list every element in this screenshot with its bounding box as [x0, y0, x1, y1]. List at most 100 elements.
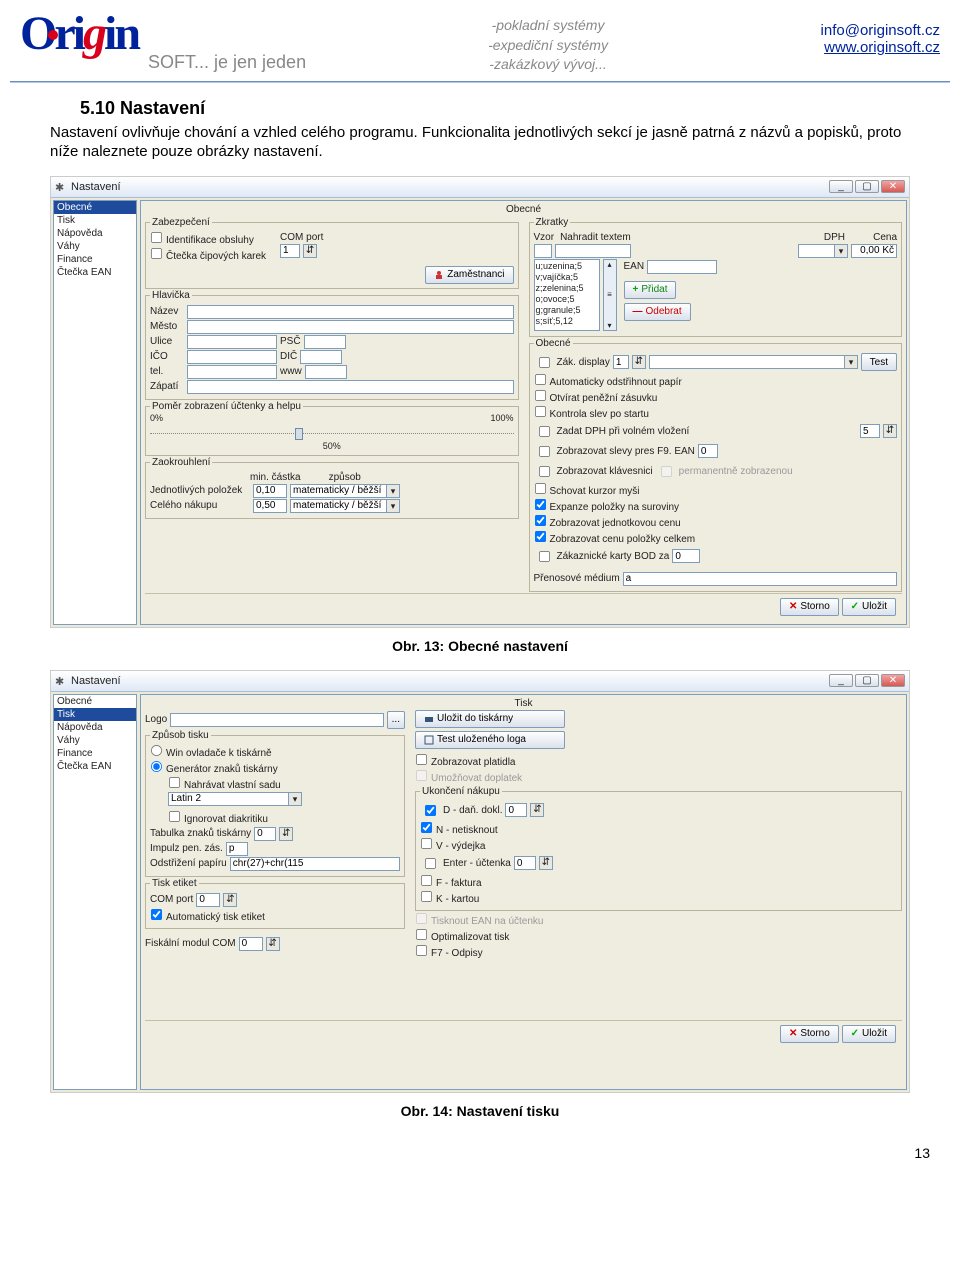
cb-zobr-platidla[interactable]: Zobrazovat platidla — [415, 753, 902, 769]
sidebar-item-napoveda[interactable]: Nápověda — [54, 721, 136, 734]
impulz-input[interactable] — [226, 842, 248, 856]
sidebar-item-tisk[interactable]: Tisk — [54, 214, 136, 227]
bod-input[interactable] — [672, 549, 700, 563]
sidebar-item-finance[interactable]: Finance — [54, 253, 136, 266]
etiket-com-input[interactable] — [196, 893, 220, 907]
dph-vlozeni-input[interactable] — [860, 424, 880, 438]
celeho-mode-select[interactable]: ▾ — [290, 499, 400, 513]
ratio-slider[interactable] — [150, 425, 514, 441]
storno-button[interactable]: ✕ Storno — [780, 598, 839, 616]
mesto-input[interactable] — [187, 320, 514, 334]
group-hlavicka: Hlavička Název Město UlicePSČ IČODIČ tel… — [145, 290, 519, 400]
max-button[interactable]: ▢ — [855, 180, 879, 193]
celeho-min-input[interactable] — [253, 499, 287, 513]
ulozit-button[interactable]: ✓ Uložit — [842, 1025, 896, 1043]
d-val-input[interactable] — [505, 803, 527, 817]
sidebar-item-ean[interactable]: Čtečka EAN — [54, 266, 136, 279]
min-button[interactable]: _ — [829, 674, 853, 687]
vzor-input[interactable] — [534, 244, 552, 258]
shortcut-list[interactable]: u;uzenina;5 v;vajíčka;5 z;zelenina;5 o;o… — [534, 259, 600, 331]
odstrih-input[interactable] — [230, 857, 400, 871]
cb-schovatkurzor[interactable]: Schovat kurzor myši — [534, 482, 898, 498]
tabulka-input[interactable] — [254, 827, 276, 841]
cb-expanze[interactable]: Expanze položky na suroviny — [534, 498, 898, 514]
logo-input[interactable] — [170, 713, 383, 727]
nazev-input[interactable] — [187, 305, 514, 319]
medium-input[interactable] — [623, 572, 897, 586]
dic-input[interactable] — [300, 350, 342, 364]
cb-f7-odpisy[interactable]: F7 - Odpisy — [415, 944, 902, 960]
cb-k[interactable]: K - kartou — [420, 890, 897, 906]
ico-input[interactable] — [187, 350, 277, 364]
rb-gen[interactable]: Generátor znaků tiskárny — [150, 760, 400, 776]
spin-icon[interactable]: ⇵ — [223, 893, 237, 907]
close-button[interactable]: ✕ — [881, 674, 905, 687]
jednot-min-input[interactable] — [253, 484, 287, 498]
test-button[interactable]: Test — [861, 353, 897, 371]
sidebar-item-ean[interactable]: Čtečka EAN — [54, 760, 136, 773]
cb-kontrolaslev[interactable]: Kontrola slev po startu — [534, 405, 898, 421]
zakdisplay-input[interactable] — [613, 355, 629, 369]
psc-input[interactable] — [304, 335, 346, 349]
sidebar-item-obecne[interactable]: Obecné — [54, 201, 136, 214]
display-select[interactable]: ▾ — [649, 355, 858, 369]
spin-icon[interactable]: ⇵ — [530, 803, 544, 817]
odebrat-button[interactable]: — Odebrat — [624, 303, 691, 321]
figure-caption-2: Obr. 14: Nastavení tisku — [50, 1103, 910, 1119]
spin-icon[interactable]: ⇵ — [266, 937, 280, 951]
spin-icon[interactable]: ⇵ — [632, 355, 646, 369]
cb-v[interactable]: V - výdejka — [420, 837, 897, 853]
cb-autoetiket[interactable]: Automatický tisk etiket — [150, 908, 400, 924]
cb-n[interactable]: N - netisknout — [420, 821, 897, 837]
ulozit-button[interactable]: ✓ Uložit — [842, 598, 896, 616]
sidebar-item-napoveda[interactable]: Nápověda — [54, 227, 136, 240]
cb-ignorovat[interactable]: Ignorovat diakritiku — [168, 810, 400, 826]
cb-zasuvka[interactable]: Otvírat peněžní zásuvku — [534, 389, 898, 405]
close-button[interactable]: ✕ — [881, 180, 905, 193]
cb-identifikace[interactable]: Identifikace obsluhy — [150, 231, 266, 247]
cb-doplatek: Umožňovat doplatek — [415, 769, 902, 785]
spin-icon[interactable]: ⇵ — [539, 856, 553, 870]
nahradit-input[interactable] — [555, 244, 631, 258]
sidebar-item-tisk[interactable]: Tisk — [54, 708, 136, 721]
max-button[interactable]: ▢ — [855, 674, 879, 687]
rb-win[interactable]: Win ovladače k tiskárně — [150, 744, 400, 760]
cb-jednotkova[interactable]: Zobrazovat jednotkovou cenu — [534, 514, 898, 530]
com-port-input[interactable] — [280, 244, 300, 258]
cb-ctecka[interactable]: Čtečka čipových karek — [150, 247, 266, 263]
pridat-button[interactable]: + Přidat — [624, 281, 677, 299]
storno-button[interactable]: ✕ Storno — [780, 1025, 839, 1043]
dph-select[interactable]: ▾ — [798, 244, 848, 258]
tel-input[interactable] — [187, 365, 277, 379]
min-button[interactable]: _ — [829, 180, 853, 193]
cena-input[interactable] — [851, 244, 897, 258]
charset-select[interactable]: ▾ — [168, 792, 302, 806]
window-title: Nastavení — [71, 181, 121, 193]
cb-cenacelkem[interactable]: Zobrazovat cenu položky celkem — [534, 530, 898, 546]
spin-icon[interactable]: ⇵ — [883, 424, 897, 438]
cb-f[interactable]: F - faktura — [420, 874, 897, 890]
test-loga-button[interactable]: Test uloženého loga — [415, 731, 565, 749]
cb-autopapir[interactable]: Automaticky odstřihnout papír — [534, 373, 898, 389]
zapati-input[interactable] — [187, 380, 514, 394]
scrollbar[interactable]: ▴≡▾ — [603, 259, 617, 331]
slevy-ean-input[interactable] — [698, 444, 718, 458]
sidebar-item-vahy[interactable]: Váhy — [54, 240, 136, 253]
jednot-mode-select[interactable]: ▾ — [290, 484, 400, 498]
enter-val-input[interactable] — [514, 856, 536, 870]
ulice-input[interactable] — [187, 335, 277, 349]
contact-web[interactable]: www.originsoft.cz — [824, 39, 940, 56]
sidebar-item-obecne[interactable]: Obecné — [54, 695, 136, 708]
ulozit-tisk-button[interactable]: Uložit do tiskárny — [415, 710, 565, 728]
ean-input[interactable] — [647, 260, 717, 274]
sidebar-item-finance[interactable]: Finance — [54, 747, 136, 760]
www-input[interactable] — [305, 365, 347, 379]
logo-browse-button[interactable]: ... — [387, 711, 405, 729]
sidebar-item-vahy[interactable]: Váhy — [54, 734, 136, 747]
cb-nahravat[interactable]: Nahrávat vlastní sadu — [168, 776, 400, 792]
fiskalni-com-input[interactable] — [239, 937, 263, 951]
spin-icon[interactable]: ⇵ — [279, 827, 293, 841]
zamestnanci-button[interactable]: Zaměstnanci — [425, 266, 513, 284]
cb-opt-tisk[interactable]: Optimalizovat tisk — [415, 928, 902, 944]
spin-icon[interactable]: ⇵ — [303, 244, 317, 258]
